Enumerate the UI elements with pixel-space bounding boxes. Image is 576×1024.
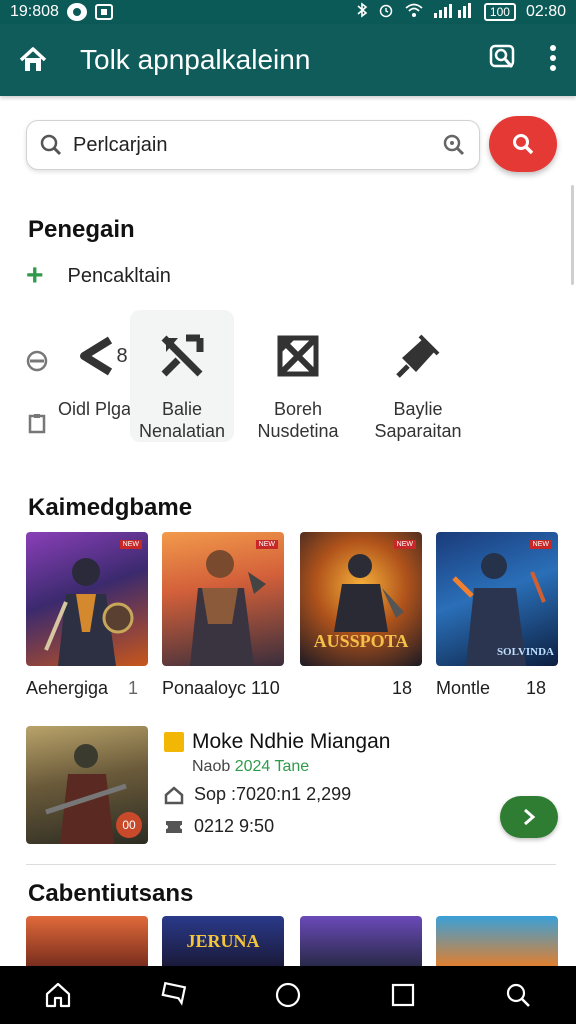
nav-search-button[interactable] xyxy=(496,973,540,1017)
category-label: Boreh Nusdetina xyxy=(257,399,339,441)
category-label: Baylie Saparaitan xyxy=(374,399,462,441)
game-caption: Montle xyxy=(436,678,491,698)
more-vert-icon xyxy=(550,44,556,71)
share-arrow-icon xyxy=(80,336,113,376)
wifi-icon xyxy=(404,2,424,23)
featured-subtitle-prefix: Naob xyxy=(192,758,235,775)
game-card[interactable]: SOLVINDA NEW xyxy=(436,532,558,666)
featured-time-line: 0212 9:50 xyxy=(164,816,274,837)
shuffle-icon xyxy=(161,334,204,377)
home-button[interactable] xyxy=(16,43,50,77)
game-art-title: AUSSPOTA xyxy=(313,631,409,651)
game-thumbnail[interactable] xyxy=(436,916,558,966)
chevron-right-icon xyxy=(524,808,536,826)
signal-icon xyxy=(433,2,474,23)
scrollbar[interactable] xyxy=(571,185,574,285)
add-item-row[interactable]: + Pencakltain xyxy=(26,259,171,292)
game-art-title: SOLVINDA xyxy=(496,646,554,658)
nav-square-button[interactable] xyxy=(381,973,425,1017)
search-input[interactable] xyxy=(73,133,441,157)
pin-icon xyxy=(396,334,440,378)
nav-recents-button[interactable] xyxy=(266,973,310,1017)
nav-back-button[interactable] xyxy=(151,973,195,1017)
featured-thumbnail[interactable]: 00 xyxy=(26,726,148,844)
nav-home-button[interactable] xyxy=(36,973,80,1017)
new-tag: NEW xyxy=(393,540,416,549)
add-item-label: Pencakltain xyxy=(67,264,171,287)
search-icon xyxy=(513,134,534,155)
featured-title-row: Moke Ndhie Miangan xyxy=(164,730,390,754)
search-bar[interactable] xyxy=(26,120,480,170)
bottom-game-row: JERUNA xyxy=(26,916,558,966)
zoom-search-icon xyxy=(489,44,515,68)
search-icon xyxy=(40,134,62,156)
ticket-icon xyxy=(166,820,182,833)
game-thumbnail[interactable] xyxy=(300,916,422,966)
game-card[interactable]: NEW xyxy=(162,532,284,666)
status-bar: 19:808 100 02:80 xyxy=(0,0,576,24)
featured-open-button[interactable] xyxy=(500,796,558,838)
featured-info-line: Sop :7020:n1 2,299 xyxy=(164,784,351,805)
featured-badge: 00 xyxy=(116,812,142,838)
home-icon xyxy=(45,982,70,1008)
new-tag: NEW xyxy=(119,540,142,549)
game-thumbnail: AUSSPOTA NEW xyxy=(300,532,422,666)
chat-icon xyxy=(161,981,186,1006)
game-art-title: JERUNA xyxy=(186,930,260,951)
game-card[interactable]: AUSSPOTA NEW xyxy=(300,532,422,666)
filter-search-icon[interactable] xyxy=(441,132,467,158)
game-thumbnail: SOLVINDA NEW xyxy=(436,532,558,666)
bluetooth-icon xyxy=(356,1,368,23)
section-title-penegain: Penegain xyxy=(28,216,135,243)
crown-icon xyxy=(164,732,184,752)
bottom-navigation xyxy=(0,966,576,1024)
category-badge: 8 xyxy=(116,345,128,367)
home-small-icon xyxy=(164,785,184,804)
battery-icon: 100 xyxy=(483,3,516,21)
plus-icon: + xyxy=(26,259,44,292)
featured-line2: 0212 9:50 xyxy=(194,816,275,836)
circle-icon xyxy=(275,982,301,1008)
game-caption: Ponaaloyc 110 xyxy=(162,678,280,698)
game-thumbnail[interactable] xyxy=(26,916,148,966)
game-thumbnail: NEW xyxy=(162,532,284,666)
featured-line1: Sop :7020:n1 2,299 xyxy=(194,784,352,804)
divider xyxy=(26,864,556,865)
notification-image-icon xyxy=(94,4,113,20)
square-icon xyxy=(392,983,415,1007)
alarm-icon xyxy=(378,2,394,23)
search-screen-button[interactable] xyxy=(488,43,518,78)
game-thumbnail: NEW xyxy=(26,532,148,666)
status-time-left: 19:808 xyxy=(10,3,59,20)
clipboard-icon[interactable] xyxy=(26,412,48,434)
featured-title: Moke Ndhie Miangan xyxy=(192,730,391,753)
game-thumbnail[interactable]: JERUNA xyxy=(162,916,284,966)
category-shortcuts: 8 Oidl Plgam Balie Nenalatian Boreh Nusd… xyxy=(0,310,576,442)
compass-icon[interactable] xyxy=(26,350,48,372)
section-title-cabentiutsans: Cabentiutsans xyxy=(28,880,194,907)
status-time-right: 02:80 xyxy=(525,3,566,20)
notification-app-icon xyxy=(66,3,87,21)
featured-subtitle: Naob 2024 Tane xyxy=(192,758,309,776)
new-tag: NEW xyxy=(255,540,278,549)
featured-subtitle-highlight: 2024 Tane xyxy=(234,758,310,775)
new-tag: NEW xyxy=(529,540,552,549)
home-icon xyxy=(19,47,47,71)
section-title-kaimedgbame: Kaimedgbame xyxy=(28,494,193,521)
category-boreh[interactable]: Boreh Nusdetina xyxy=(246,310,350,442)
expand-box-icon xyxy=(277,335,319,377)
app-title: Tolk apnpalkaleinn xyxy=(80,44,311,75)
search-submit-button[interactable] xyxy=(489,116,557,172)
more-options-button[interactable] xyxy=(548,43,558,78)
game-meta: 18 xyxy=(526,678,547,698)
game-meta: 18 xyxy=(392,678,413,698)
app-bar: Tolk apnpalkaleinn xyxy=(0,24,576,96)
game-meta: 1 xyxy=(128,678,139,698)
game-card[interactable]: NEW xyxy=(26,532,148,666)
search-icon xyxy=(507,983,531,1007)
category-baylie[interactable]: Baylie Saparaitan xyxy=(366,310,470,442)
category-label: Balie Nenalatian xyxy=(138,399,226,441)
game-caption: Aehergiga xyxy=(26,678,109,698)
category-balie[interactable]: Balie Nenalatian xyxy=(130,310,234,442)
